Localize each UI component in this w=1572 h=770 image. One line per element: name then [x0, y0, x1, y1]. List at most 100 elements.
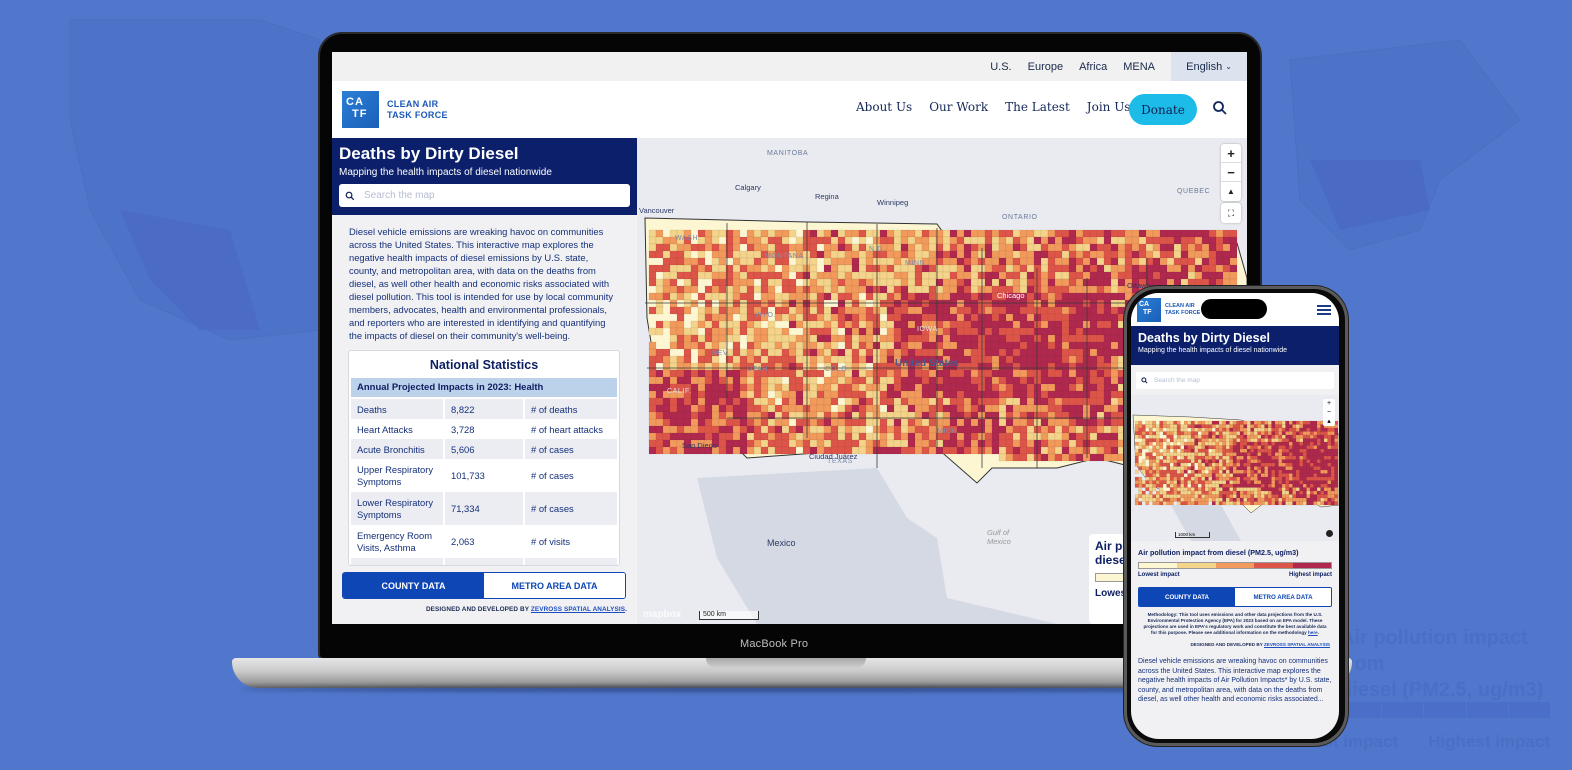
county-cell[interactable]: [1047, 320, 1056, 329]
county-cell[interactable]: [1260, 483, 1265, 488]
county-cell[interactable]: [872, 313, 881, 322]
county-cell[interactable]: [1218, 427, 1223, 432]
county-cell[interactable]: [1012, 390, 1021, 399]
county-cell[interactable]: [865, 369, 874, 378]
county-cell[interactable]: [1225, 427, 1230, 432]
county-cell[interactable]: [928, 243, 937, 252]
county-cell[interactable]: [1334, 441, 1339, 446]
county-cell[interactable]: [1061, 418, 1070, 427]
county-cell[interactable]: [809, 362, 818, 371]
county-cell[interactable]: [1141, 462, 1146, 467]
county-cell[interactable]: [921, 425, 930, 434]
county-cell[interactable]: [998, 362, 1007, 371]
county-cell[interactable]: [1225, 459, 1230, 464]
county-cell[interactable]: [872, 285, 881, 294]
county-cell[interactable]: [774, 432, 783, 441]
county-cell[interactable]: [970, 285, 979, 294]
county-cell[interactable]: [1229, 250, 1238, 259]
county-cell[interactable]: [1215, 497, 1220, 502]
phone-zoom-in[interactable]: +: [1323, 399, 1335, 408]
county-cell[interactable]: [1089, 369, 1098, 378]
county-cell[interactable]: [1054, 334, 1063, 343]
county-cell[interactable]: [1208, 257, 1217, 266]
county-cell[interactable]: [1138, 462, 1143, 467]
county-cell[interactable]: [830, 320, 839, 329]
county-cell[interactable]: [1292, 462, 1297, 467]
county-cell[interactable]: [914, 390, 923, 399]
county-cell[interactable]: [697, 348, 706, 357]
county-cell[interactable]: [1229, 490, 1234, 495]
county-cell[interactable]: [1096, 257, 1105, 266]
county-cell[interactable]: [774, 334, 783, 343]
county-cell[interactable]: [1089, 376, 1098, 385]
county-cell[interactable]: [1054, 257, 1063, 266]
county-cell[interactable]: [991, 306, 1000, 315]
county-cell[interactable]: [991, 348, 1000, 357]
county-cell[interactable]: [837, 264, 846, 273]
county-cell[interactable]: [956, 236, 965, 245]
county-cell[interactable]: [1089, 397, 1098, 406]
county-cell[interactable]: [1292, 434, 1297, 439]
county-cell[interactable]: [1274, 441, 1279, 446]
county-cell[interactable]: [1068, 397, 1077, 406]
county-cell[interactable]: [1040, 292, 1049, 301]
county-cell[interactable]: [704, 320, 713, 329]
county-cell[interactable]: [900, 250, 909, 259]
county-cell[interactable]: [1138, 452, 1143, 457]
county-cell[interactable]: [1232, 427, 1237, 432]
county-cell[interactable]: [893, 299, 902, 308]
county-cell[interactable]: [1040, 453, 1049, 462]
county-cell[interactable]: [1264, 438, 1269, 443]
county-cell[interactable]: [802, 418, 811, 427]
county-cell[interactable]: [1323, 434, 1328, 439]
county-cell[interactable]: [697, 355, 706, 364]
county-cell[interactable]: [977, 250, 986, 259]
county-cell[interactable]: [1299, 497, 1304, 502]
county-cell[interactable]: [1215, 420, 1220, 425]
county-cell[interactable]: [1257, 490, 1262, 495]
county-cell[interactable]: [774, 292, 783, 301]
county-cell[interactable]: [1096, 271, 1105, 280]
county-cell[interactable]: [872, 327, 881, 336]
county-cell[interactable]: [1047, 243, 1056, 252]
county-cell[interactable]: [753, 264, 762, 273]
county-cell[interactable]: [1257, 476, 1262, 481]
county-cell[interactable]: [690, 411, 699, 420]
county-cell[interactable]: [1019, 369, 1028, 378]
county-cell[interactable]: [753, 397, 762, 406]
county-cell[interactable]: [739, 397, 748, 406]
county-cell[interactable]: [746, 292, 755, 301]
county-cell[interactable]: [1267, 434, 1272, 439]
county-cell[interactable]: [1187, 473, 1192, 478]
county-cell[interactable]: [1089, 243, 1098, 252]
county-cell[interactable]: [1152, 431, 1157, 436]
county-cell[interactable]: [1152, 229, 1161, 238]
county-cell[interactable]: [1288, 483, 1293, 488]
county-cell[interactable]: [1194, 236, 1203, 245]
county-cell[interactable]: [753, 390, 762, 399]
county-cell[interactable]: [1110, 348, 1119, 357]
catf-logo[interactable]: CA TF: [342, 91, 379, 128]
county-cell[interactable]: [1176, 494, 1181, 499]
county-cell[interactable]: [1155, 476, 1160, 481]
county-cell[interactable]: [1229, 497, 1234, 502]
county-cell[interactable]: [1264, 476, 1269, 481]
county-cell[interactable]: [977, 404, 986, 413]
county-cell[interactable]: [662, 271, 671, 280]
county-cell[interactable]: [1096, 306, 1105, 315]
county-cell[interactable]: [802, 320, 811, 329]
county-cell[interactable]: [1264, 483, 1269, 488]
county-cell[interactable]: [858, 397, 867, 406]
county-cell[interactable]: [725, 425, 734, 434]
county-cell[interactable]: [711, 271, 720, 280]
county-cell[interactable]: [1218, 462, 1223, 467]
county-cell[interactable]: [704, 236, 713, 245]
county-cell[interactable]: [788, 390, 797, 399]
county-cell[interactable]: [746, 397, 755, 406]
county-cell[interactable]: [1295, 483, 1300, 488]
county-cell[interactable]: [1173, 452, 1178, 457]
county-cell[interactable]: [1110, 264, 1119, 273]
county-cell[interactable]: [1026, 271, 1035, 280]
county-cell[interactable]: [1218, 490, 1223, 495]
county-cell[interactable]: [963, 285, 972, 294]
